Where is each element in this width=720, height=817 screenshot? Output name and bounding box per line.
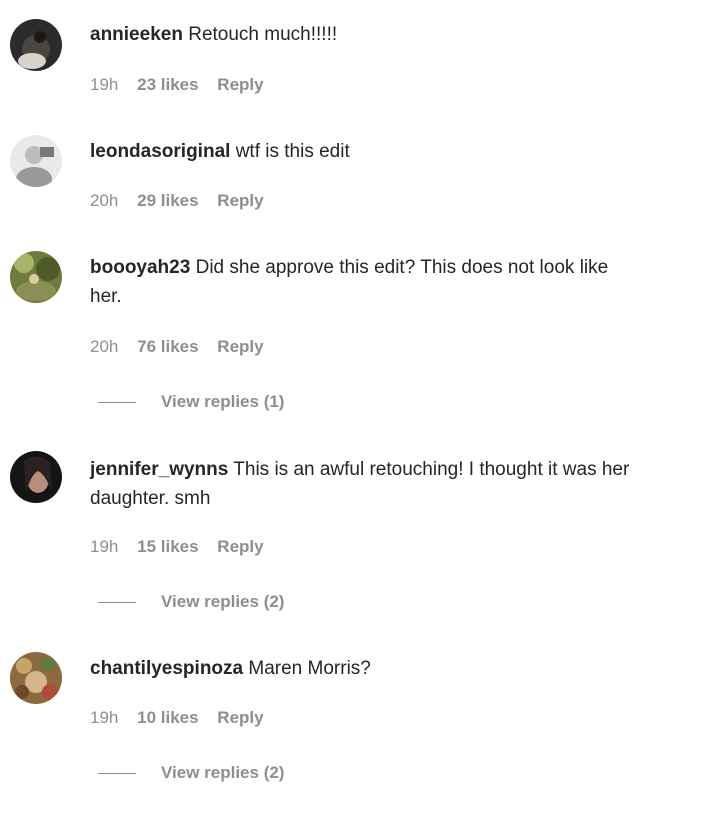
- comment-body-continued: daughter. smh: [90, 488, 211, 509]
- avatar[interactable]: [10, 451, 62, 503]
- comment-meta: 19h 15 likes Reply: [90, 537, 278, 557]
- comment-text: leondasoriginal wtf is this edit: [90, 137, 720, 166]
- comment-username[interactable]: jennifer_wynns: [90, 459, 228, 480]
- view-replies-label: View replies (2): [161, 763, 285, 782]
- comment-text: jennifer_wynns This is an awful retouchi…: [90, 455, 720, 513]
- comment-meta: 20h 76 likes Reply: [90, 337, 278, 357]
- view-replies-button[interactable]: View replies (2): [98, 763, 284, 783]
- comment-username[interactable]: boooyah23: [90, 257, 190, 278]
- comment-username[interactable]: leondasoriginal: [90, 141, 230, 162]
- comment-body-continued: her.: [90, 286, 122, 307]
- comment-timestamp: 19h: [90, 75, 119, 94]
- comment-meta: 19h 10 likes Reply: [90, 708, 278, 728]
- comment-text: boooyah23 Did she approve this edit? Thi…: [90, 253, 720, 311]
- avatar[interactable]: [10, 652, 62, 704]
- comment-body: Did she approve this edit? This does not…: [195, 257, 609, 278]
- comment-body: This is an awful retouching! I thought i…: [233, 459, 630, 480]
- reply-button[interactable]: Reply: [217, 708, 263, 727]
- avatar[interactable]: [10, 251, 62, 303]
- avatar-photo-icon: [10, 451, 62, 503]
- comment-username[interactable]: annieeken: [90, 24, 183, 45]
- comment-timestamp: 20h: [90, 337, 119, 356]
- comment-username[interactable]: chantilyespinoza: [90, 658, 243, 679]
- comment-body: Retouch much!!!!!: [188, 24, 338, 45]
- comment-meta: 19h 23 likes Reply: [90, 75, 278, 95]
- comment-text: annieeken Retouch much!!!!!: [90, 20, 720, 49]
- comment-likes[interactable]: 23 likes: [137, 75, 198, 94]
- comment-likes[interactable]: 10 likes: [137, 708, 198, 727]
- replies-divider-line: [98, 401, 136, 403]
- comment-body: wtf is this edit: [235, 141, 350, 162]
- comment-body: Maren Morris?: [248, 658, 371, 679]
- comment-timestamp: 19h: [90, 708, 119, 727]
- view-replies-button[interactable]: View replies (2): [98, 592, 284, 612]
- comment-likes[interactable]: 29 likes: [137, 191, 198, 210]
- replies-divider-line: [98, 601, 136, 603]
- comment-likes[interactable]: 76 likes: [137, 337, 198, 356]
- comment-text: chantilyespinoza Maren Morris?: [90, 654, 720, 683]
- reply-button[interactable]: Reply: [217, 537, 263, 556]
- comment-meta: 20h 29 likes Reply: [90, 191, 278, 211]
- comment-timestamp: 20h: [90, 191, 119, 210]
- comment-likes[interactable]: 15 likes: [137, 537, 198, 556]
- view-replies-button[interactable]: View replies (1): [98, 392, 284, 412]
- view-replies-label: View replies (1): [161, 392, 285, 411]
- avatar-photo-icon: [10, 19, 62, 71]
- view-replies-label: View replies (2): [161, 592, 285, 611]
- avatar[interactable]: [10, 19, 62, 71]
- replies-divider-line: [98, 772, 136, 774]
- comment-timestamp: 19h: [90, 537, 119, 556]
- avatar-photo-icon: [10, 251, 62, 303]
- avatar[interactable]: [10, 135, 62, 187]
- avatar-photo-icon: [10, 652, 62, 704]
- avatar-photo-icon: [10, 135, 62, 187]
- reply-button[interactable]: Reply: [217, 75, 263, 94]
- reply-button[interactable]: Reply: [217, 191, 263, 210]
- reply-button[interactable]: Reply: [217, 337, 263, 356]
